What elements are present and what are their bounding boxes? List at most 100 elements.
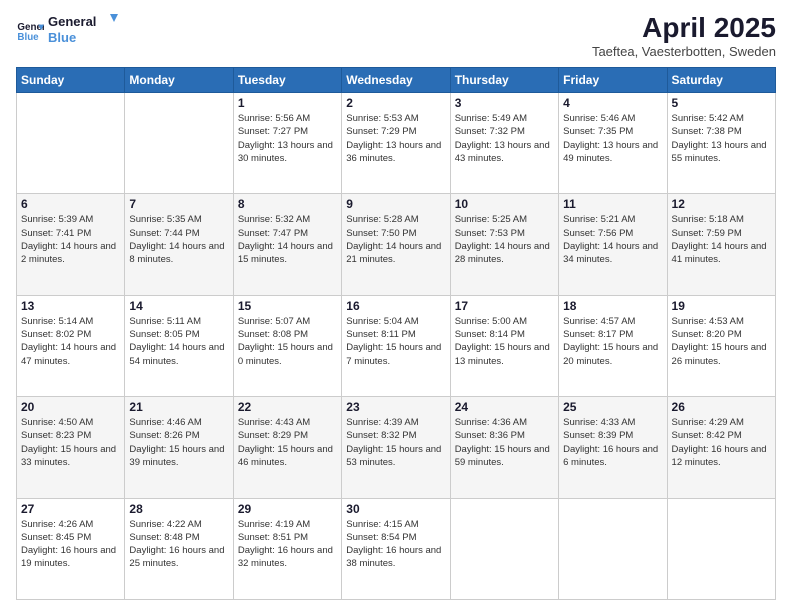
logo-svg: General Blue [48,12,118,48]
day-cell: 29Sunrise: 4:19 AMSunset: 8:51 PMDayligh… [233,498,341,599]
week-row-5: 27 Sunrise: 4:26 AMSunset: 8:45 PMDayligh… [17,498,776,599]
day-number: 10 [455,197,554,211]
day-number: 30 [346,502,445,516]
day-info: Sunrise: 5:11 AMSunset: 8:05 PMDaylight:… [129,315,228,368]
day-cell: 4 Sunrise: 5:46 AMSunset: 7:35 PMDaylight… [559,93,667,194]
day-number: 15 [238,299,337,313]
day-info: Sunrise: 4:39 AMSunset: 8:32 PMDaylight:… [346,416,445,469]
day-cell: 25 Sunrise: 4:33 AMSunset: 8:39 PMDayligh… [559,397,667,498]
day-info: Sunrise: 4:22 AMSunset: 8:48 PMDaylight:… [129,518,228,571]
day-cell: 23 Sunrise: 4:39 AMSunset: 8:32 PMDayligh… [342,397,450,498]
day-info: Sunrise: 4:53 AMSunset: 8:20 PMDaylight:… [672,315,771,368]
day-number: 22 [238,400,337,414]
day-cell: 26Sunrise: 4:29 AMSunset: 8:42 PMDayligh… [667,397,775,498]
day-number: 11 [563,197,662,211]
day-number: 5 [672,96,771,110]
day-info: Sunrise: 5:46 AMSunset: 7:35 PMDaylight:… [563,112,662,165]
day-number: 3 [455,96,554,110]
page: General Blue General Blue April 2025 Tae… [0,0,792,612]
day-cell: 18 Sunrise: 4:57 AMSunset: 8:17 PMDayligh… [559,295,667,396]
day-cell [450,498,558,599]
weekday-header-tuesday: Tuesday [233,68,341,93]
day-info: Sunrise: 4:26 AMSunset: 8:45 PMDaylight:… [21,518,120,571]
day-cell: 21Sunrise: 4:46 AMSunset: 8:26 PMDayligh… [125,397,233,498]
day-number: 25 [563,400,662,414]
svg-text:Blue: Blue [48,30,76,45]
day-number: 7 [129,197,228,211]
main-title: April 2025 [592,12,776,44]
weekday-header-friday: Friday [559,68,667,93]
day-cell: 22Sunrise: 4:43 AMSunset: 8:29 PMDayligh… [233,397,341,498]
day-number: 17 [455,299,554,313]
day-info: Sunrise: 4:15 AMSunset: 8:54 PMDaylight:… [346,518,445,571]
subtitle: Taeftea, Vaesterbotten, Sweden [592,44,776,59]
day-number: 19 [672,299,771,313]
day-cell: 12 Sunrise: 5:18 AMSunset: 7:59 PMDayligh… [667,194,775,295]
day-number: 2 [346,96,445,110]
day-cell: 20 Sunrise: 4:50 AMSunset: 8:23 PMDayligh… [17,397,125,498]
day-info: Sunrise: 5:39 AMSunset: 7:41 PMDaylight:… [21,213,120,266]
svg-text:General: General [48,14,96,29]
day-info: Sunrise: 5:32 AMSunset: 7:47 PMDaylight:… [238,213,337,266]
day-info: Sunrise: 5:00 AMSunset: 8:14 PMDaylight:… [455,315,554,368]
day-info: Sunrise: 5:42 AMSunset: 7:38 PMDaylight:… [672,112,771,165]
day-info: Sunrise: 5:18 AMSunset: 7:59 PMDaylight:… [672,213,771,266]
day-cell: 10 Sunrise: 5:25 AMSunset: 7:53 PMDayligh… [450,194,558,295]
day-info: Sunrise: 5:14 AMSunset: 8:02 PMDaylight:… [21,315,120,368]
day-number: 28 [129,502,228,516]
day-info: Sunrise: 5:49 AMSunset: 7:32 PMDaylight:… [455,112,554,165]
day-cell: 30 Sunrise: 4:15 AMSunset: 8:54 PMDayligh… [342,498,450,599]
day-number: 29 [238,502,337,516]
day-cell: 14 Sunrise: 5:11 AMSunset: 8:05 PMDayligh… [125,295,233,396]
day-number: 27 [21,502,120,516]
weekday-header-saturday: Saturday [667,68,775,93]
week-row-3: 13 Sunrise: 5:14 AMSunset: 8:02 PMDayligh… [17,295,776,396]
day-number: 6 [21,197,120,211]
week-row-2: 6 Sunrise: 5:39 AMSunset: 7:41 PMDaylight… [17,194,776,295]
day-number: 14 [129,299,228,313]
day-number: 23 [346,400,445,414]
day-cell: 28 Sunrise: 4:22 AMSunset: 8:48 PMDayligh… [125,498,233,599]
weekday-header-row: SundayMondayTuesdayWednesdayThursdayFrid… [17,68,776,93]
svg-text:Blue: Blue [17,32,39,43]
day-info: Sunrise: 5:56 AMSunset: 7:27 PMDaylight:… [238,112,337,165]
day-info: Sunrise: 4:29 AMSunset: 8:42 PMDaylight:… [672,416,771,469]
day-number: 18 [563,299,662,313]
day-info: Sunrise: 4:50 AMSunset: 8:23 PMDaylight:… [21,416,120,469]
day-number: 12 [672,197,771,211]
day-cell: 3 Sunrise: 5:49 AMSunset: 7:32 PMDaylight… [450,93,558,194]
day-info: Sunrise: 5:28 AMSunset: 7:50 PMDaylight:… [346,213,445,266]
day-cell [125,93,233,194]
day-number: 16 [346,299,445,313]
title-block: April 2025 Taeftea, Vaesterbotten, Swede… [592,12,776,59]
day-info: Sunrise: 5:21 AMSunset: 7:56 PMDaylight:… [563,213,662,266]
weekday-header-sunday: Sunday [17,68,125,93]
day-cell [667,498,775,599]
weekday-header-thursday: Thursday [450,68,558,93]
day-cell: 8 Sunrise: 5:32 AMSunset: 7:47 PMDaylight… [233,194,341,295]
day-number: 8 [238,197,337,211]
day-cell: 13 Sunrise: 5:14 AMSunset: 8:02 PMDayligh… [17,295,125,396]
day-cell: 11 Sunrise: 5:21 AMSunset: 7:56 PMDayligh… [559,194,667,295]
day-info: Sunrise: 4:57 AMSunset: 8:17 PMDaylight:… [563,315,662,368]
day-info: Sunrise: 5:35 AMSunset: 7:44 PMDaylight:… [129,213,228,266]
day-cell [17,93,125,194]
weekday-header-wednesday: Wednesday [342,68,450,93]
day-number: 13 [21,299,120,313]
logo: General Blue General Blue [16,12,118,53]
day-number: 21 [129,400,228,414]
header: General Blue General Blue April 2025 Tae… [16,12,776,59]
day-cell: 5 Sunrise: 5:42 AMSunset: 7:38 PMDaylight… [667,93,775,194]
day-info: Sunrise: 4:36 AMSunset: 8:36 PMDaylight:… [455,416,554,469]
day-number: 20 [21,400,120,414]
day-cell: 16Sunrise: 5:04 AMSunset: 8:11 PMDayligh… [342,295,450,396]
day-cell: 24 Sunrise: 4:36 AMSunset: 8:36 PMDayligh… [450,397,558,498]
day-cell: 27 Sunrise: 4:26 AMSunset: 8:45 PMDayligh… [17,498,125,599]
day-info: Sunrise: 4:33 AMSunset: 8:39 PMDaylight:… [563,416,662,469]
day-info: Sunrise: 5:07 AMSunset: 8:08 PMDaylight:… [238,315,337,368]
day-info: Sunrise: 5:53 AMSunset: 7:29 PMDaylight:… [346,112,445,165]
day-number: 24 [455,400,554,414]
day-number: 9 [346,197,445,211]
day-info: Sunrise: 5:25 AMSunset: 7:53 PMDaylight:… [455,213,554,266]
day-number: 4 [563,96,662,110]
